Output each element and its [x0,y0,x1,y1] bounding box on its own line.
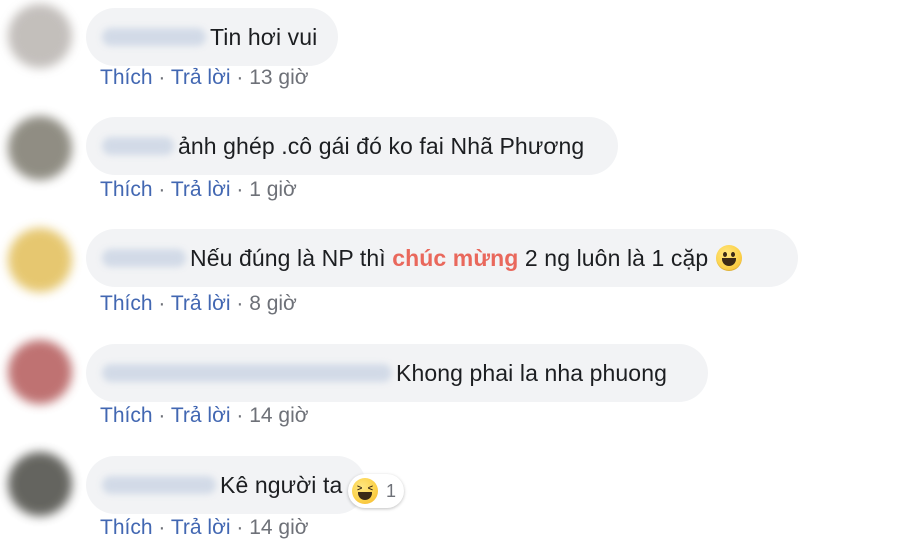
avatar[interactable] [8,452,72,516]
comment-actions: Thích · Trả lời · 1 giờ [100,178,297,202]
reply-link[interactable]: Trả lời [171,292,231,315]
reply-link[interactable]: Trả lời [171,404,231,427]
like-link[interactable]: Thích [100,516,153,539]
author-name-blurred[interactable] [102,364,392,382]
comment-text: Nếu đúng là NP thì chúc mừng 2 ng luôn l… [190,245,708,272]
reaction-count: 1 [386,480,397,501]
comment-bubble: Tin hơi vui [86,8,338,66]
timestamp[interactable]: 8 giờ [249,292,297,315]
separator: · [158,516,166,539]
comment-text: Kê người ta [220,471,343,498]
comment-actions: Thích · Trả lời · 8 giờ [100,292,297,316]
separator: · [236,292,244,315]
highlighted-text: chúc mừng [392,244,519,271]
author-name-blurred[interactable] [102,476,216,494]
separator: · [236,178,244,201]
reply-link[interactable]: Trả lời [171,516,231,539]
separator: · [236,516,244,539]
like-link[interactable]: Thích [100,292,153,315]
comment-text-before: Nếu đúng là NP thì [190,244,386,271]
reaction-badge[interactable]: > < 1 [348,474,405,508]
separator: · [158,66,166,89]
timestamp[interactable]: 1 giờ [249,178,297,201]
comment-text: Tin hơi vui [210,23,318,50]
comment-actions: Thích · Trả lời · 14 giờ [100,516,309,540]
separator: · [158,404,166,427]
comment-bubble: Khong phai la nha phuong [86,344,708,402]
like-link[interactable]: Thích [100,178,153,201]
avatar[interactable] [8,116,72,180]
separator: · [236,66,244,89]
like-link[interactable]: Thích [100,404,153,427]
comment-bubble: Nếu đúng là NP thì chúc mừng 2 ng luôn l… [86,229,798,287]
comment-bubble: Kê người ta [86,456,366,514]
author-name-blurred[interactable] [102,249,186,267]
separator: · [158,178,166,201]
avatar[interactable] [8,228,72,292]
comment-actions: Thích · Trả lời · 13 giờ [100,66,309,90]
comment-text: Khong phai la nha phuong [396,359,667,386]
avatar[interactable] [8,4,72,68]
separator: · [236,404,244,427]
comment-actions: Thích · Trả lời · 14 giờ [100,404,309,428]
reply-link[interactable]: Trả lời [171,178,231,201]
avatar[interactable] [8,340,72,404]
like-link[interactable]: Thích [100,66,153,89]
timestamp[interactable]: 14 giờ [249,404,308,427]
comment-bubble: ảnh ghép .cô gái đó ko fai Nhã Phương [86,117,618,175]
separator: · [158,292,166,315]
comment-text-after: 2 ng luôn là 1 cặp [524,244,709,271]
laughing-face-icon: > < [352,478,378,504]
reply-link[interactable]: Trả lời [171,66,231,89]
timestamp[interactable]: 14 giờ [249,516,308,539]
comment-text: ảnh ghép .cô gái đó ko fai Nhã Phương [178,132,585,159]
grinning-face-icon [716,245,743,271]
author-name-blurred[interactable] [102,137,174,155]
author-name-blurred[interactable] [102,28,206,46]
timestamp[interactable]: 13 giờ [249,66,308,89]
